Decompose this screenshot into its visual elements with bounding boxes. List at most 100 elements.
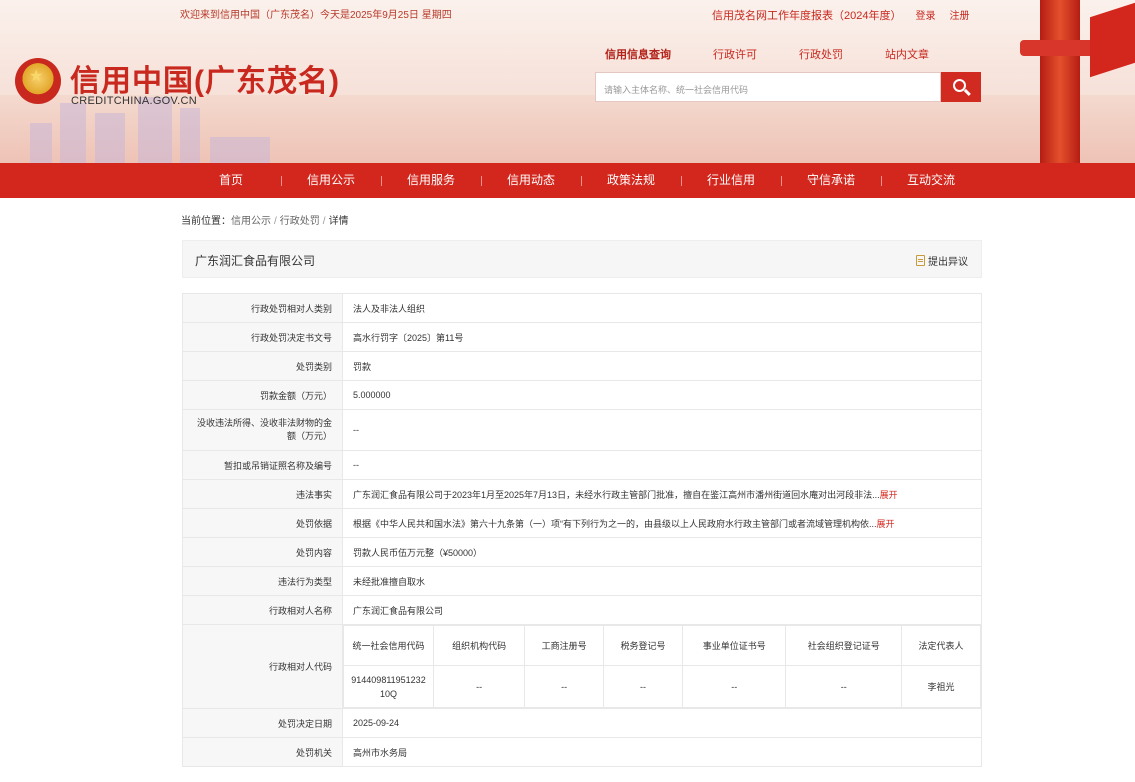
- row-label: 违法行为类型: [182, 566, 343, 596]
- top-links: 信用茂名网工作年度报表（2024年度） 登录 注册: [712, 7, 969, 23]
- row-label: 行政处罚相对人类别: [182, 293, 343, 323]
- site-logo-subtitle: CREDITCHINA.GOV.CN: [71, 95, 198, 107]
- code-header: 事业单位证书号: [681, 625, 787, 666]
- row-value: 高州市水务局: [342, 737, 982, 767]
- login-link[interactable]: 登录: [915, 7, 935, 23]
- row-value: 高水行罚字〔2025〕第11号: [342, 322, 982, 352]
- code-table: 统一社会信用代码 组织机构代码 工商注册号 税务登记号 事业单位证书号 社会组织…: [343, 625, 981, 708]
- row-value: --: [342, 409, 982, 451]
- company-name-title: 广东润汇食品有限公司: [195, 254, 316, 268]
- raise-objection-label: 提出异议: [928, 257, 968, 268]
- code-value-row: 91440981195123210Q -- -- -- -- -- 李祖光: [343, 665, 981, 708]
- breadcrumb-credit-public[interactable]: 信用公示: [231, 216, 271, 227]
- header-banner: 欢迎来到信用中国（广东茂名）今天是2025年9月25日 星期四 信用茂名网工作年…: [0, 0, 1135, 163]
- table-row: 行政处罚决定书文号 高水行罚字〔2025〕第11号: [182, 322, 982, 352]
- table-row: 处罚机关 高州市水务局: [182, 737, 982, 767]
- national-emblem-icon: [15, 58, 61, 104]
- penalty-detail-table: 行政处罚相对人类别 法人及非法人组织 行政处罚决定书文号 高水行罚字〔2025〕…: [182, 293, 982, 767]
- row-value: 罚款: [342, 351, 982, 381]
- code-header: 工商注册号: [524, 625, 605, 666]
- pillar-cloud-decoration: [1020, 40, 1100, 56]
- red-flag-decoration: [1090, 2, 1135, 78]
- nav-item-credit-service[interactable]: 信用服务: [381, 163, 481, 198]
- row-label: 处罚机关: [182, 737, 343, 767]
- search-tab-license[interactable]: 行政许可: [713, 46, 757, 65]
- nav-item-policies[interactable]: 政策法规: [581, 163, 681, 198]
- huabiao-pillar-decoration: [1040, 0, 1080, 163]
- code-header: 社会组织登记证号: [785, 625, 903, 666]
- breadcrumb-penalty[interactable]: 行政处罚: [280, 216, 320, 227]
- table-row: 暂扣或吊销证照名称及编号 --: [182, 450, 982, 480]
- row-value-cell: 广东润汇食品有限公司于2023年1月至2025年7月13日，未经水行政主管部门批…: [342, 479, 982, 509]
- document-icon: [916, 255, 925, 266]
- nav-item-credit-news[interactable]: 信用动态: [481, 163, 581, 198]
- row-value: --: [342, 450, 982, 480]
- table-row: 没收违法所得、没收非法财物的金额（万元） --: [182, 409, 982, 451]
- search-input[interactable]: 请输入主体名称、统一社会信用代码: [595, 72, 941, 102]
- row-label: 没收违法所得、没收非法财物的金额（万元）: [182, 409, 343, 451]
- row-value: 罚款人民币伍万元整（¥50000）: [342, 537, 982, 567]
- nav-item-industry-credit[interactable]: 行业信用: [681, 163, 781, 198]
- row-value-cell: 根据《中华人民共和国水法》第六十九条第（一）项“有下列行为之一的，由县级以上人民…: [342, 508, 982, 538]
- breadcrumb-detail: 详情: [328, 216, 349, 227]
- table-row: 处罚类别 罚款: [182, 351, 982, 381]
- nav-item-commitment[interactable]: 守信承诺: [781, 163, 881, 198]
- expand-basis-link[interactable]: 展开: [877, 519, 895, 529]
- row-value: 法人及非法人组织: [342, 293, 982, 323]
- row-label: 处罚内容: [182, 537, 343, 567]
- table-row: 处罚决定日期 2025-09-24: [182, 708, 982, 738]
- row-label: 暂扣或吊销证照名称及编号: [182, 450, 343, 480]
- code-header: 统一社会信用代码: [343, 625, 434, 666]
- row-value: 2025-09-24: [342, 708, 982, 738]
- search-tab-penalty[interactable]: 行政处罚: [799, 46, 843, 65]
- nav-item-credit-public[interactable]: 信用公示: [281, 163, 381, 198]
- table-row: 违法事实 广东润汇食品有限公司于2023年1月至2025年7月13日，未经水行政…: [182, 479, 982, 509]
- search-tab-articles[interactable]: 站内文章: [885, 46, 929, 65]
- code-header: 税务登记号: [603, 625, 683, 666]
- row-label: 行政处罚决定书文号: [182, 322, 343, 352]
- welcome-text: 欢迎来到信用中国（广东茂名）今天是2025年9月25日 星期四: [180, 10, 452, 21]
- search-tab-credit-query[interactable]: 信用信息查询: [605, 46, 671, 65]
- row-value: 5.000000: [342, 380, 982, 410]
- code-header: 法定代表人: [901, 625, 981, 666]
- code-header: 组织机构代码: [432, 625, 526, 666]
- row-label: 行政相对人名称: [182, 595, 343, 625]
- code-value: --: [785, 665, 903, 708]
- code-table-cell: 统一社会信用代码 组织机构代码 工商注册号 税务登记号 事业单位证书号 社会组织…: [342, 624, 982, 709]
- main-nav: 首页 信用公示 信用服务 信用动态 政策法规 行业信用 守信承诺 互动交流: [0, 163, 1135, 198]
- table-row: 行政相对人名称 广东润汇食品有限公司: [182, 595, 982, 625]
- row-value: 广东润汇食品有限公司: [342, 595, 982, 625]
- search-tabs: 信用信息查询 行政许可 行政处罚 站内文章: [605, 46, 929, 65]
- site-logo-title[interactable]: 信用中国(广东茂名): [70, 56, 340, 100]
- row-label: 行政相对人代码: [182, 624, 343, 709]
- code-value: --: [432, 665, 526, 708]
- row-label: 处罚类别: [182, 351, 343, 381]
- register-link[interactable]: 注册: [949, 7, 969, 23]
- legal-rep-value: 李祖光: [901, 665, 981, 708]
- code-value: --: [603, 665, 683, 708]
- table-row: 行政相对人代码 统一社会信用代码 组织机构代码 工商注册号 税务登记号 事业单位…: [182, 624, 982, 709]
- breadcrumb: 当前位置：信用公示 / 行政处罚 / 详情: [181, 216, 349, 227]
- table-row: 处罚内容 罚款人民币伍万元整（¥50000）: [182, 537, 982, 567]
- code-value: --: [524, 665, 605, 708]
- code-header-row: 统一社会信用代码 组织机构代码 工商注册号 税务登记号 事业单位证书号 社会组织…: [343, 625, 981, 666]
- table-row: 处罚依据 根据《中华人民共和国水法》第六十九条第（一）项“有下列行为之一的，由县…: [182, 508, 982, 538]
- breadcrumb-prefix: 当前位置：: [181, 216, 231, 227]
- table-row: 违法行为类型 未经批准擅自取水: [182, 566, 982, 596]
- row-label: 处罚依据: [182, 508, 343, 538]
- company-title-bar: 广东润汇食品有限公司 提出异议: [182, 240, 982, 278]
- row-label: 处罚决定日期: [182, 708, 343, 738]
- nav-item-interaction[interactable]: 互动交流: [881, 163, 981, 198]
- expand-facts-link[interactable]: 展开: [880, 490, 898, 500]
- annual-report-link[interactable]: 信用茂名网工作年度报表（2024年度）: [712, 7, 901, 23]
- search-button[interactable]: [941, 72, 981, 102]
- credit-code-value: 91440981195123210Q: [343, 665, 434, 708]
- illegal-facts-text: 广东润汇食品有限公司于2023年1月至2025年7月13日，未经水行政主管部门批…: [353, 489, 880, 500]
- table-row: 行政处罚相对人类别 法人及非法人组织: [182, 293, 982, 323]
- row-label: 违法事实: [182, 479, 343, 509]
- table-row: 罚款金额（万元） 5.000000: [182, 380, 982, 410]
- raise-objection-button[interactable]: 提出异议: [916, 253, 968, 268]
- nav-item-home[interactable]: 首页: [181, 163, 281, 198]
- row-value: 未经批准擅自取水: [342, 566, 982, 596]
- code-value: --: [681, 665, 787, 708]
